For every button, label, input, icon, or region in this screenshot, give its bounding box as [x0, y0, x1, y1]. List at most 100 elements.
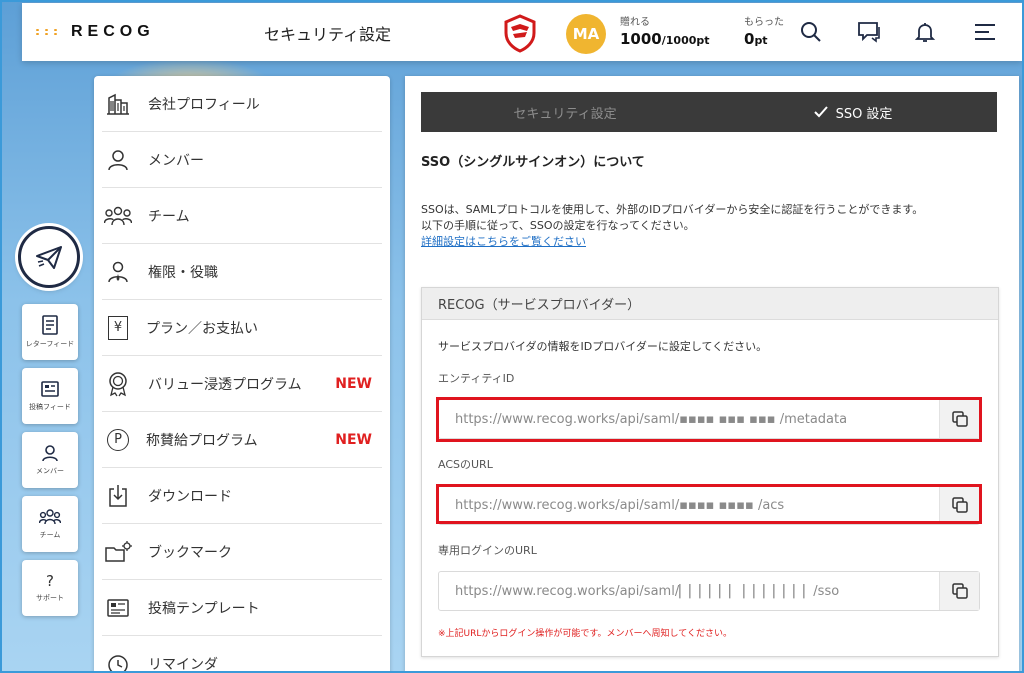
- tab-label: セキュリティ設定: [513, 106, 617, 122]
- template-icon: [107, 598, 129, 617]
- give-points-suffix: /1000pt: [661, 34, 710, 47]
- menu-item-post-template[interactable]: 投稿テンプレート: [102, 580, 382, 636]
- menu-label: 称賛給プログラム: [146, 432, 258, 449]
- document-icon: [42, 315, 58, 335]
- menu-item-plan-billing[interactable]: ¥ プラン／お支払い: [102, 300, 382, 356]
- tab-security-settings[interactable]: セキュリティ設定: [421, 92, 709, 132]
- menu-item-members[interactable]: メンバー: [102, 132, 382, 188]
- rail-support-label: サポート: [36, 593, 64, 602]
- menu-item-roles[interactable]: 権限・役職: [102, 244, 382, 300]
- entity-id-field[interactable]: https://www.recog.works/api/saml/▪▪▪▪ ▪▪…: [438, 399, 980, 439]
- entity-id-label: エンティティID: [438, 372, 515, 385]
- post-card-icon: [41, 381, 59, 397]
- building-icon: [107, 93, 129, 115]
- send-letter-button[interactable]: [18, 226, 80, 288]
- service-provider-card-title: RECOG（サービスプロバイダー）: [422, 288, 998, 320]
- menu-label: メンバー: [148, 152, 204, 169]
- yen-icon: ¥: [108, 315, 128, 340]
- recog-logo[interactable]: RECOG: [36, 23, 155, 41]
- badge-icon: [109, 371, 127, 396]
- rail-letter-feed[interactable]: レターフィード: [22, 304, 78, 360]
- menu-label: チーム: [148, 208, 190, 225]
- new-badge: NEW: [335, 375, 372, 392]
- settings-tabs: セキュリティ設定 SSO 設定: [421, 92, 997, 132]
- menu-label: ブックマーク: [148, 544, 232, 561]
- settings-menu: 会社プロフィール メンバー チーム 権限・役職 ¥ プラン／お支払い バリュー浸…: [94, 76, 390, 673]
- person-icon: [42, 445, 58, 462]
- menu-item-reminder[interactable]: リマインダ: [102, 636, 382, 673]
- rail-team[interactable]: チーム: [22, 496, 78, 552]
- paper-plane-icon: [36, 246, 62, 269]
- menu-item-value-program[interactable]: バリュー浸透プログラム NEW: [102, 356, 382, 412]
- sso-description: SSOは、SAMLプロトコルを使用して、外部のIDプロバイダーから安全に認証を行…: [421, 202, 923, 250]
- role-icon: [108, 261, 128, 282]
- detail-settings-link[interactable]: 詳細設定はこちらをご覧ください: [421, 235, 586, 248]
- menu-item-bookmark[interactable]: ブックマーク: [102, 524, 382, 580]
- received-points: もらった 0pt: [744, 13, 784, 48]
- copy-login-url-button[interactable]: [939, 572, 979, 610]
- page-title: セキュリティ設定: [264, 25, 392, 44]
- rail-post-feed[interactable]: 投稿フィード: [22, 368, 78, 424]
- sso-description-line-1: SSOは、SAMLプロトコルを使用して、外部のIDプロバイダーから安全に認証を行…: [421, 203, 924, 216]
- security-shield-icon[interactable]: [500, 13, 540, 53]
- copy-icon: [951, 497, 968, 513]
- service-provider-intro: サービスプロバイダの情報をIDプロバイダーに設定してください。: [438, 340, 768, 353]
- entity-id-value[interactable]: https://www.recog.works/api/saml/▪▪▪▪ ▪▪…: [439, 412, 939, 427]
- received-points-label: もらった: [744, 17, 784, 28]
- give-points-label: 贈れる: [620, 17, 650, 28]
- hamburger-menu-icon[interactable]: [973, 20, 997, 44]
- rail-support[interactable]: ? サポート: [22, 560, 78, 616]
- login-url-label: 専用ログインのURL: [438, 544, 537, 557]
- give-points: 贈れる 1000/1000pt: [620, 13, 710, 48]
- menu-item-download[interactable]: ダウンロード: [102, 468, 382, 524]
- logo-text: RECOG: [71, 23, 155, 40]
- give-points-value: 1000: [620, 30, 662, 48]
- team-icon: [39, 509, 61, 525]
- menu-item-company-profile[interactable]: 会社プロフィール: [102, 76, 382, 132]
- sso-description-line-2: 以下の手順に従って、SSOの設定を行なってください。: [421, 219, 695, 232]
- tab-label: SSO 設定: [835, 106, 893, 122]
- login-url-value[interactable]: https://www.recog.works/api/saml/▏▏▏▏▏▏ …: [439, 584, 939, 599]
- download-icon: [109, 484, 127, 507]
- bell-icon[interactable]: [913, 20, 937, 44]
- logo-dots-icon: [36, 29, 57, 35]
- acs-url-value[interactable]: https://www.recog.works/api/saml/▪▪▪▪ ▪▪…: [439, 498, 939, 513]
- yen-glyph: ¥: [113, 320, 123, 335]
- menu-label: プラン／お支払い: [146, 320, 258, 337]
- chat-icon[interactable]: [857, 20, 881, 44]
- login-url-field[interactable]: https://www.recog.works/api/saml/▏▏▏▏▏▏ …: [438, 571, 980, 611]
- clock-icon: [108, 655, 128, 673]
- acs-url-field[interactable]: https://www.recog.works/api/saml/▪▪▪▪ ▪▪…: [438, 485, 980, 525]
- avatar[interactable]: MA: [566, 14, 606, 54]
- received-points-value: 0: [744, 30, 755, 48]
- rail-member-label: メンバー: [36, 467, 64, 475]
- login-url-note: ※上記URLからログイン操作が可能です。メンバーへ周知してください。: [438, 629, 732, 639]
- service-provider-card: RECOG（サービスプロバイダー） サービスプロバイダの情報をIDプロバイダーに…: [421, 287, 999, 657]
- menu-item-praise-pay[interactable]: P 称賛給プログラム NEW: [102, 412, 382, 468]
- copy-acs-url-button[interactable]: [939, 486, 979, 524]
- menu-item-teams[interactable]: チーム: [102, 188, 382, 244]
- tab-sso-settings[interactable]: SSO 設定: [709, 92, 997, 132]
- team-icon: [104, 206, 132, 225]
- received-points-suffix: pt: [754, 34, 768, 47]
- copy-entity-id-button[interactable]: [939, 400, 979, 438]
- checkmark-icon: [813, 106, 828, 118]
- menu-label: 投稿テンプレート: [148, 600, 260, 617]
- menu-label: ダウンロード: [148, 488, 232, 505]
- search-icon[interactable]: [799, 20, 823, 44]
- new-badge: NEW: [335, 431, 372, 448]
- top-header: RECOG セキュリティ設定 MA 贈れる 1000/1000pt もらった 0…: [22, 3, 1022, 61]
- rail-team-label: チーム: [39, 531, 61, 539]
- menu-label: 権限・役職: [148, 264, 218, 281]
- p-glyph: P: [114, 432, 122, 447]
- bookmark-folder-icon: [105, 540, 132, 562]
- acs-url-label: ACSのURL: [438, 458, 493, 471]
- rail-post-feed-label: 投稿フィード: [29, 403, 71, 411]
- question-mark-icon: ?: [46, 571, 54, 590]
- rail-letter-feed-label: レターフィード: [25, 340, 75, 348]
- rail-member[interactable]: メンバー: [22, 432, 78, 488]
- menu-label: バリュー浸透プログラム: [148, 376, 302, 393]
- p-coin-icon: P: [107, 428, 129, 451]
- menu-label: 会社プロフィール: [148, 96, 260, 113]
- copy-icon: [951, 583, 968, 599]
